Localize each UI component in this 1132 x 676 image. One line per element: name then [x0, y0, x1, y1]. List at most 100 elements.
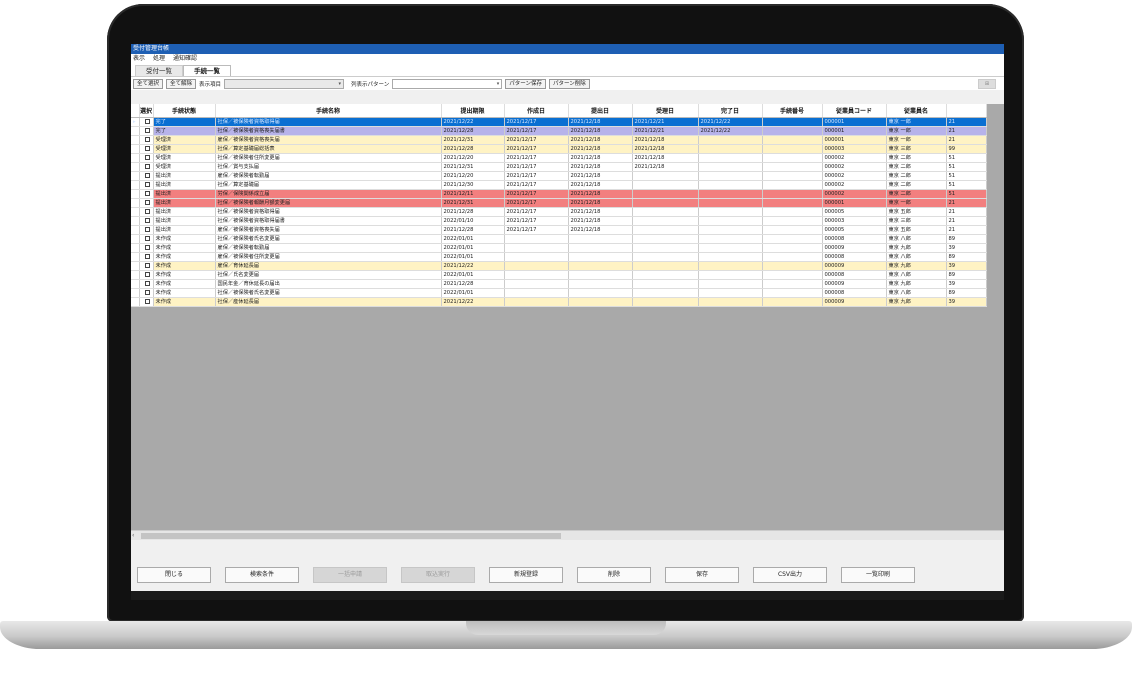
table-row[interactable]: 未作成 雇保／育休延長届 2021/12/22 000009 東京 九郎 39	[131, 261, 987, 271]
scroll-left-icon[interactable]: ‹	[132, 531, 134, 541]
new-register-button[interactable]: 新規登録	[489, 567, 563, 583]
row-marker	[131, 153, 140, 163]
table-row[interactable]: 提出済 社保／算定基礎届 2021/12/30 2021/12/17 2021/12/1…	[131, 180, 987, 190]
table-row[interactable]: 受理済 社保／算定基礎届総括表 2021/12/28 2021/12/17 2021/1…	[131, 144, 987, 154]
row-checkbox[interactable]	[144, 136, 150, 142]
row-checkbox[interactable]	[144, 154, 150, 160]
header-accepted[interactable]: 受理日	[632, 104, 699, 118]
header-procedure-no[interactable]: 手続番号	[762, 104, 823, 118]
cell-deadline: 2022/01/01	[441, 243, 505, 253]
cell-deadline: 2021/12/22	[441, 117, 505, 127]
row-checkbox[interactable]	[144, 262, 150, 268]
row-checkbox[interactable]	[144, 181, 150, 187]
menu-notification[interactable]: 通知確認	[173, 54, 197, 64]
cell-deadline: 2021/12/31	[441, 162, 505, 172]
table-row[interactable]: 未作成 社保／氏名変更届 2022/01/01 000008 東京 八郎 89	[131, 270, 987, 280]
table-row[interactable]: 提出済 雇保／被保険者転勤届 2021/12/20 2021/12/17 2021/12…	[131, 171, 987, 181]
table-row[interactable]: 受理済 社保／賞与支払届 2021/12/31 2021/12/17 2021/12/1…	[131, 162, 987, 172]
row-checkbox[interactable]	[144, 208, 150, 214]
row-marker	[131, 288, 140, 298]
horizontal-scrollbar[interactable]: ‹	[131, 530, 1004, 540]
cell-name: 雇保／被保険者住所変更届	[215, 252, 442, 262]
table-row[interactable]: 提出済 社保／被保険者資格取得届 2021/12/28 2021/12/17 2021/…	[131, 207, 987, 217]
cell-created: 2021/12/17	[504, 153, 569, 163]
grid-settings-icon[interactable]: ⊞	[978, 78, 996, 89]
header-name[interactable]: 手続名称	[215, 104, 442, 118]
import-run-button[interactable]: 取込実行	[401, 567, 475, 583]
cell-submitted	[568, 252, 633, 262]
row-select-cell	[139, 288, 154, 298]
row-checkbox[interactable]	[144, 289, 150, 295]
table-row[interactable]: 未作成 社保／産休延長届 2021/12/22 000009 東京 九郎 39	[131, 297, 987, 307]
table-row[interactable]: 完了 社保／被保険者資格喪失届書 2021/12/28 2021/12/17 2021/…	[131, 126, 987, 136]
clear-all-button[interactable]: 全て解除	[166, 78, 197, 89]
table-row[interactable]: 提出済 雇保／被保険者資格喪失届 2021/12/28 2021/12/17 2021/…	[131, 225, 987, 235]
row-checkbox[interactable]	[144, 271, 150, 277]
toolbar: 全て選択 全て解除 表示項目 ▾ 列表示パターン ▾ パターン保存 パターン削除…	[131, 76, 1004, 90]
cell-completed	[698, 243, 763, 253]
header-submitted[interactable]: 提出日	[568, 104, 633, 118]
row-checkbox[interactable]	[144, 217, 150, 223]
row-checkbox[interactable]	[144, 199, 150, 205]
display-items-select[interactable]: ▾	[224, 78, 345, 89]
row-checkbox[interactable]	[144, 280, 150, 286]
header-employee-code[interactable]: 従業員コード	[822, 104, 887, 118]
row-checkbox[interactable]	[144, 190, 150, 196]
header-created[interactable]: 作成日	[504, 104, 569, 118]
table-row[interactable]: 提出済 社保／被保険者資格取得届書 2022/01/10 2021/12/17 2021…	[131, 216, 987, 226]
menu-view[interactable]: 表示	[133, 54, 145, 64]
row-select-cell	[139, 270, 154, 280]
header-employee-name[interactable]: 従業員名	[886, 104, 947, 118]
cell-emp-name: 東京 一郎	[886, 117, 947, 127]
header-completed[interactable]: 完了日	[698, 104, 763, 118]
search-conditions-button[interactable]: 検索条件	[225, 567, 299, 583]
display-pattern-select[interactable]: ▾	[392, 78, 503, 89]
table-row[interactable]: 受理済 雇保／被保険者資格喪失届 2021/12/31 2021/12/17 2021/…	[131, 135, 987, 145]
cell-completed	[698, 234, 763, 244]
cell-deadline: 2022/01/01	[441, 234, 505, 244]
cell-name: 雇保／被保険者転勤届	[215, 243, 442, 253]
table-row[interactable]: 未作成 雇保／被保険者転勤届 2022/01/01 000009 東京 九郎 39	[131, 243, 987, 253]
cell-emp-code: 000008	[822, 252, 887, 262]
table-row[interactable]: 未作成 雇保／被保険者住所変更届 2022/01/01 000008 東京 八郎 89	[131, 252, 987, 262]
row-checkbox[interactable]	[144, 226, 150, 232]
header-status[interactable]: 手続状態	[153, 104, 216, 118]
row-select-cell	[139, 252, 154, 262]
save-pattern-button[interactable]: パターン保存	[505, 78, 547, 89]
table-row[interactable]: ▸ 完了 社保／被保険者資格取得届 2021/12/22 2021/12/17 2021/…	[131, 117, 987, 127]
cell-created: 2021/12/17	[504, 207, 569, 217]
header-select[interactable]: 選択	[139, 104, 154, 118]
table-row[interactable]: 未作成 社保／被保険者氏名変更届 2022/01/01 000008 東京 八郎 89	[131, 288, 987, 298]
row-select-cell	[139, 225, 154, 235]
row-checkbox[interactable]	[144, 127, 150, 133]
cell-submitted: 2021/12/18	[568, 135, 633, 145]
row-checkbox[interactable]	[144, 145, 150, 151]
csv-export-button[interactable]: CSV出力	[753, 567, 827, 583]
tab-procedure-list[interactable]: 手続一覧	[183, 65, 231, 76]
row-select-cell	[139, 297, 154, 307]
table-row[interactable]: 提出済 社保／被保険者報酬月額変更届 2021/12/31 2021/12/17 202…	[131, 198, 987, 208]
row-checkbox[interactable]	[144, 298, 150, 304]
scrollbar-thumb[interactable]	[141, 533, 561, 539]
row-checkbox[interactable]	[144, 244, 150, 250]
delete-button[interactable]: 削除	[577, 567, 651, 583]
bulk-apply-button[interactable]: 一括申請	[313, 567, 387, 583]
header-extra[interactable]	[946, 104, 987, 118]
menu-process[interactable]: 処理	[153, 54, 165, 64]
row-checkbox[interactable]	[144, 118, 150, 124]
save-button[interactable]: 保存	[665, 567, 739, 583]
table-row[interactable]: 提出済 労保／保険関係成立届 2021/12/11 2021/12/17 2021/12…	[131, 189, 987, 199]
tab-reception-list[interactable]: 受付一覧	[135, 65, 183, 76]
delete-pattern-button[interactable]: パターン削除	[549, 78, 590, 89]
close-button[interactable]: 閉じる	[137, 567, 211, 583]
header-deadline[interactable]: 提出期限	[441, 104, 505, 118]
row-checkbox[interactable]	[144, 253, 150, 259]
print-list-button[interactable]: 一覧印刷	[841, 567, 915, 583]
table-row[interactable]: 受理済 社保／被保険者住所変更届 2021/12/20 2021/12/17 2021/…	[131, 153, 987, 163]
table-row[interactable]: 未作成 国民年金／育休延長の届出 2021/12/28 000009 東京 九郎 39	[131, 279, 987, 289]
table-row[interactable]: 未作成 社保／被保険者氏名変更届 2022/01/01 000008 東京 八郎 89	[131, 234, 987, 244]
select-all-button[interactable]: 全て選択	[133, 78, 164, 89]
row-checkbox[interactable]	[144, 163, 150, 169]
row-checkbox[interactable]	[144, 235, 150, 241]
row-checkbox[interactable]	[144, 172, 150, 178]
